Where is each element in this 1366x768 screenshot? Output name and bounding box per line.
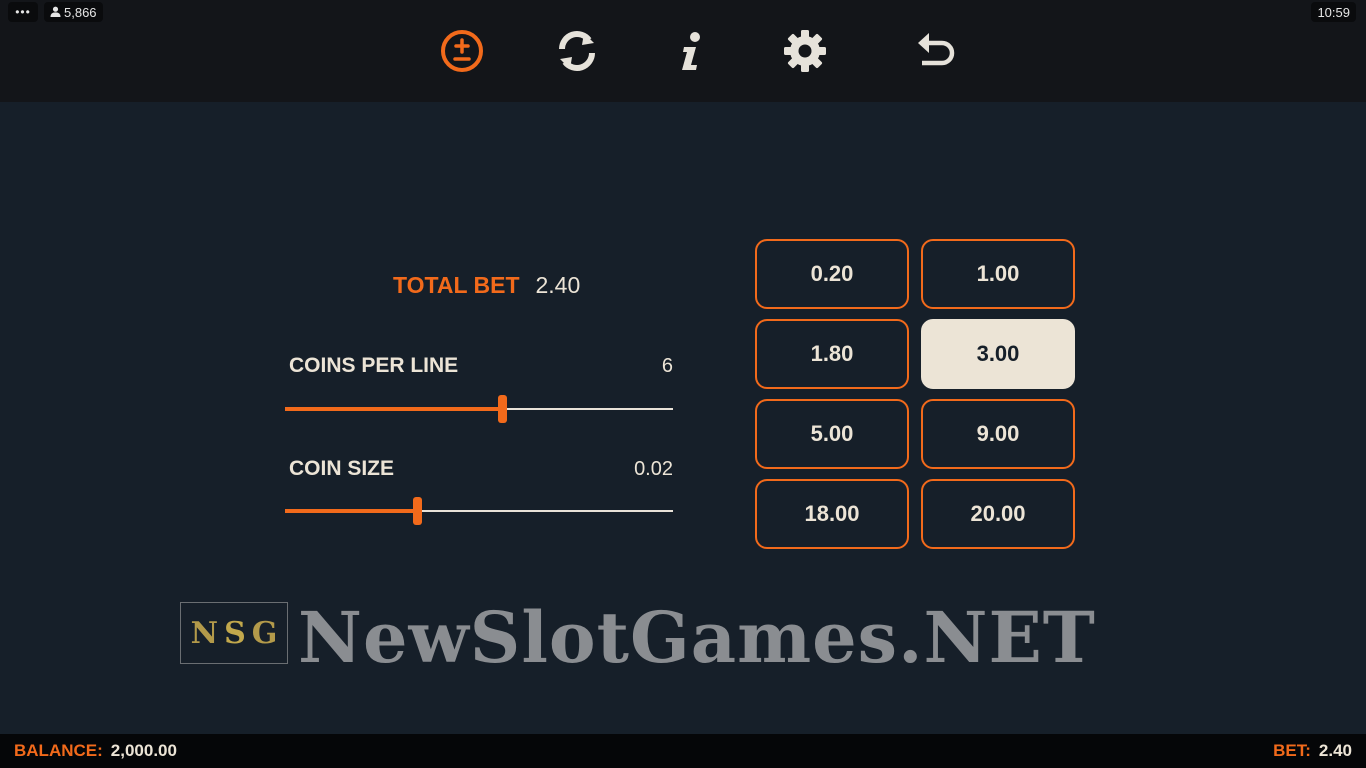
coin-size-value: 0.02 xyxy=(634,458,673,480)
bet-option-button[interactable]: 18.00 xyxy=(755,479,909,549)
coins-per-line-slider[interactable] xyxy=(285,394,673,424)
bet-label: BET: xyxy=(1273,741,1311,760)
slider-fill xyxy=(285,407,503,411)
back-icon[interactable] xyxy=(913,28,959,74)
top-bar: ••• 5,866 10:59 xyxy=(0,0,1366,102)
watermark-logo-letter: N xyxy=(190,615,219,651)
slider-thumb[interactable] xyxy=(498,395,508,423)
balance: BALANCE: 2,000.00 xyxy=(14,741,177,761)
total-bet: TOTAL BET 2.40 xyxy=(393,272,580,299)
watermark-text: NewSlotGames.NET xyxy=(298,596,1096,679)
clock: 10:59 xyxy=(1311,2,1356,22)
slider-fill xyxy=(285,509,417,513)
player-count: 5,866 xyxy=(44,2,103,22)
info-icon[interactable] xyxy=(668,28,714,74)
total-bet-value: 2.40 xyxy=(535,272,581,298)
bet-option-button[interactable]: 9.00 xyxy=(921,399,1075,469)
coins-per-line-label: COINS PER LINE xyxy=(289,354,459,377)
watermark-logo-letter: G xyxy=(251,615,278,651)
bet-option-button[interactable]: 20.00 xyxy=(921,479,1075,549)
bet-option-button[interactable]: 0.20 xyxy=(755,239,909,309)
autoplay-icon[interactable] xyxy=(554,28,600,74)
bet-option-button[interactable]: 5.00 xyxy=(755,399,909,469)
bottom-bar: BALANCE: 2,000.00 BET: 2.40 xyxy=(0,734,1366,768)
watermark: N S G NewSlotGames.NET xyxy=(180,596,1190,679)
slider-thumb[interactable] xyxy=(412,497,422,525)
menu-button[interactable]: ••• xyxy=(8,2,38,22)
bet-option-button[interactable]: 1.00 xyxy=(921,239,1075,309)
bet-settings-icon[interactable] xyxy=(439,28,485,74)
watermark-logo-letter: S xyxy=(224,615,246,651)
watermark-logo: N S G xyxy=(180,602,288,664)
balance-value: 2,000.00 xyxy=(110,741,177,760)
coin-size-slider[interactable] xyxy=(285,496,673,526)
total-bet-label: TOTAL BET xyxy=(393,272,520,298)
bet-option-button[interactable]: 3.00 xyxy=(921,319,1075,389)
bet: BET: 2.40 xyxy=(1273,741,1352,761)
balance-label: BALANCE: xyxy=(14,741,103,760)
user-icon xyxy=(50,5,61,20)
coin-size-label: COIN SIZE xyxy=(289,457,395,480)
player-count-value: 5,866 xyxy=(64,4,97,20)
settings-gear-icon[interactable] xyxy=(782,28,828,74)
bet-option-button[interactable]: 1.80 xyxy=(755,319,909,389)
bet-value: 2.40 xyxy=(1318,741,1352,760)
coins-per-line-value: 6 xyxy=(661,355,673,377)
